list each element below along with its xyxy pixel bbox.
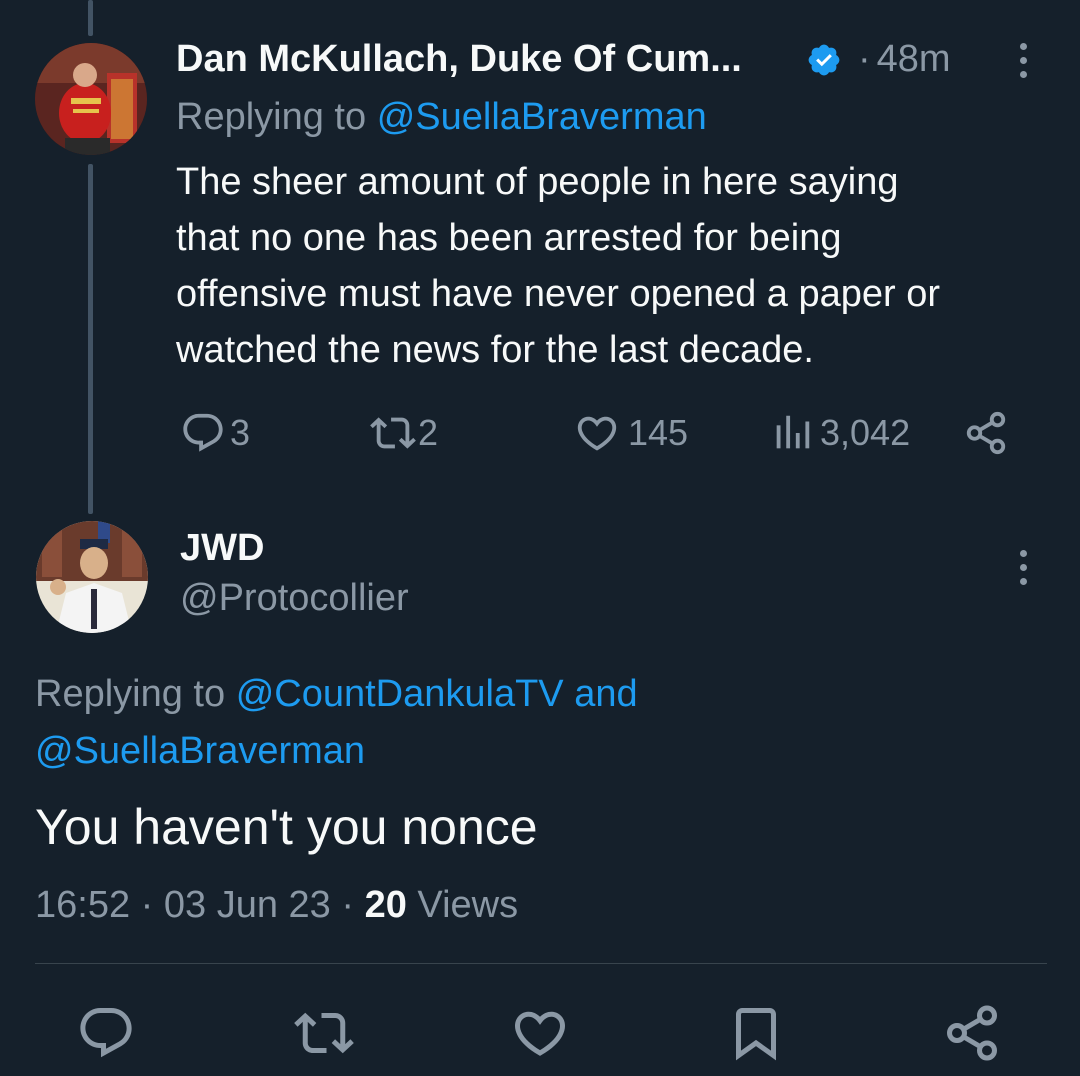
- bookmark-icon: [736, 1008, 776, 1061]
- reply-count: 3: [230, 412, 251, 453]
- parent-more-icon[interactable]: [1017, 43, 1029, 78]
- reply-icon: [80, 1008, 132, 1058]
- main-replying-to: Replying to @CountDankulaTV and @SuellaB…: [35, 666, 935, 780]
- bookmark-button[interactable]: [726, 1003, 786, 1068]
- share-icon: [947, 1005, 997, 1061]
- divider: [35, 963, 1047, 964]
- parent-time[interactable]: · 48m: [858, 38, 951, 81]
- verified-badge-icon: [806, 42, 842, 78]
- views-label: Views: [417, 884, 519, 926]
- heart-icon: [577, 416, 617, 451]
- tweet-text-line: offensive must have never opened a paper…: [176, 273, 941, 315]
- views-count[interactable]: 20: [365, 884, 407, 926]
- views-button[interactable]: 3,042: [772, 410, 910, 456]
- separator-dot: ·: [341, 884, 355, 926]
- tweet-text-line: The sheer amount of people in here sayin…: [176, 161, 899, 203]
- retweet-count: 2: [418, 412, 439, 453]
- tweet-text-line: that no one has been arrested for being: [176, 217, 842, 259]
- replying-handle-link[interactable]: @SuellaBraverman: [377, 96, 707, 138]
- thread-line: [88, 164, 93, 514]
- reply-button[interactable]: 3: [180, 410, 250, 456]
- main-tweet-meta: 16:52 · 03 Jun 23 · 20 Views: [35, 884, 518, 927]
- avatar-image: [35, 43, 147, 155]
- retweet-icon: [294, 1012, 354, 1054]
- like-button[interactable]: [510, 1003, 570, 1068]
- main-author-name[interactable]: JWD: [180, 527, 264, 570]
- share-icon: [966, 411, 1006, 455]
- replying-handle-link[interactable]: @CountDankulaTV: [236, 673, 564, 715]
- views-count: 3,042: [820, 412, 911, 453]
- main-author-avatar[interactable]: [36, 521, 148, 633]
- parent-author-name[interactable]: Dan McKullach, Duke Of Cum...: [176, 38, 742, 81]
- retweet-icon: [370, 417, 416, 449]
- like-button[interactable]: 145: [574, 410, 688, 456]
- tweet-text-line: watched the news for the last decade.: [176, 329, 814, 371]
- parent-time-value: 48m: [876, 38, 951, 80]
- main-author-handle[interactable]: @Protocollier: [180, 577, 409, 620]
- retweet-button[interactable]: 2: [370, 410, 438, 456]
- thread-line-top: [88, 0, 93, 36]
- parent-author-avatar[interactable]: [35, 43, 147, 155]
- separator-dot: ·: [858, 38, 871, 80]
- share-button[interactable]: [963, 410, 1009, 456]
- separator-dot: ·: [140, 884, 154, 926]
- replying-prefix: Replying to: [35, 673, 226, 715]
- parent-tweet-text: The sheer amount of people in here sayin…: [176, 154, 1056, 378]
- replying-and: and: [574, 673, 638, 715]
- like-count: 145: [628, 412, 689, 453]
- reply-icon: [183, 413, 223, 452]
- main-tweet-text: You haven't you nonce: [35, 799, 538, 855]
- heart-icon: [514, 1011, 566, 1056]
- replying-handle-link[interactable]: @SuellaBraverman: [35, 730, 365, 772]
- views-icon: [776, 415, 810, 449]
- tweet-time[interactable]: 16:52: [35, 884, 130, 926]
- avatar-image: [36, 521, 148, 633]
- replying-prefix: Replying to: [176, 96, 367, 138]
- main-more-icon[interactable]: [1017, 550, 1029, 585]
- reply-button[interactable]: [76, 1003, 136, 1068]
- tweet-date[interactable]: 03 Jun 23: [164, 884, 331, 926]
- share-button[interactable]: [942, 1003, 1002, 1068]
- retweet-button[interactable]: [294, 1003, 354, 1068]
- parent-replying-to: Replying to @SuellaBraverman: [176, 96, 707, 139]
